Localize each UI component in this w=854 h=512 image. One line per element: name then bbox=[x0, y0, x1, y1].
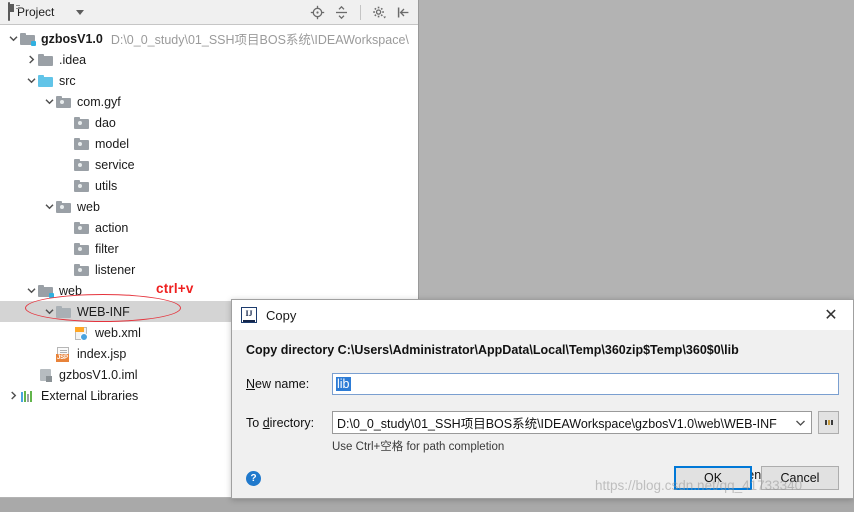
chevron-down-icon[interactable] bbox=[6, 34, 20, 43]
tree-node-dao[interactable]: dao bbox=[0, 112, 418, 133]
new-name-label: New name: bbox=[246, 377, 332, 391]
new-name-row: New name: lib bbox=[246, 373, 839, 395]
tree-node-label: model bbox=[95, 136, 130, 151]
package-icon bbox=[74, 136, 90, 152]
dialog-body: Copy directory C:\Users\Administrator\Ap… bbox=[232, 330, 853, 498]
tree-node-src[interactable]: src bbox=[0, 70, 418, 91]
package-icon bbox=[74, 115, 90, 131]
new-name-label-rest: ew name: bbox=[255, 377, 310, 391]
ok-button[interactable]: OK bbox=[674, 466, 752, 490]
tree-node-service[interactable]: service bbox=[0, 154, 418, 175]
tree-node-label: com.gyf bbox=[77, 94, 121, 109]
cancel-button[interactable]: Cancel bbox=[761, 466, 839, 490]
dialog-button-row: ? OK Cancel bbox=[246, 466, 839, 490]
folder-icon bbox=[38, 52, 54, 68]
package-icon bbox=[74, 241, 90, 257]
project-toolbar: Project bbox=[0, 0, 418, 25]
to-directory-row: To directory: D:\0_0_study\01_SSH项目BOS系统… bbox=[246, 411, 839, 434]
tree-node-label: filter bbox=[95, 241, 119, 256]
dialog-titlebar: IJ Copy ✕ bbox=[232, 300, 853, 330]
web-resource-folder-icon bbox=[38, 283, 54, 299]
chevron-down-icon[interactable] bbox=[42, 202, 56, 211]
package-icon bbox=[56, 94, 72, 110]
path-completion-hint: Use Ctrl+空格 for path completion bbox=[332, 441, 505, 453]
locate-icon[interactable] bbox=[310, 5, 325, 20]
project-view-selector[interactable]: Project bbox=[0, 2, 85, 21]
new-name-label-mnemonic: N bbox=[246, 377, 256, 391]
tree-node-label: listener bbox=[95, 262, 136, 277]
tree-node-filter[interactable]: filter bbox=[0, 238, 418, 259]
package-icon bbox=[74, 262, 90, 278]
tree-node-web[interactable]: web bbox=[0, 196, 418, 217]
tree-node-label: src bbox=[59, 73, 76, 88]
tree-node-idea[interactable]: .idea bbox=[0, 49, 418, 70]
tree-node-label: dao bbox=[95, 115, 116, 130]
tree-node-gzbosv1-0[interactable]: gzbosV1.0 D:\0_0_study\01_SSH项目BOS系统\IDEA… bbox=[0, 28, 418, 49]
to-directory-label-mnemonic: d bbox=[262, 415, 270, 430]
tree-node-path: D:\0_0_study\01_SSH项目BOS系统\IDEAWorkspace… bbox=[110, 33, 409, 47]
browse-directory-button[interactable] bbox=[818, 411, 839, 434]
chevron-down-icon[interactable] bbox=[24, 286, 38, 295]
annotation-red-ellipse bbox=[25, 294, 181, 322]
tree-node-label: action bbox=[95, 220, 129, 235]
help-icon[interactable]: ? bbox=[246, 470, 261, 486]
project-toolbar-title: Project bbox=[17, 5, 55, 19]
chevron-right-icon[interactable] bbox=[6, 391, 20, 400]
collapse-all-icon[interactable] bbox=[334, 5, 349, 20]
chevron-right-icon[interactable] bbox=[24, 55, 38, 64]
tree-node-label: External Libraries bbox=[41, 388, 139, 403]
tree-node-label: gzbosV1.0 bbox=[41, 31, 103, 46]
tree-node-label: .idea bbox=[59, 52, 87, 67]
annotation-ctrl-v-label: ctrl+v bbox=[156, 281, 194, 296]
to-directory-label: To directory: bbox=[246, 416, 332, 430]
dialog-headline: Copy directory C:\Users\Administrator\Ap… bbox=[246, 343, 739, 357]
source-root-folder-icon bbox=[38, 73, 54, 89]
hide-panel-icon[interactable] bbox=[396, 5, 411, 20]
new-name-input[interactable]: lib bbox=[332, 373, 839, 395]
package-icon bbox=[56, 199, 72, 215]
new-name-input-value: lib bbox=[336, 377, 351, 391]
package-icon bbox=[74, 220, 90, 236]
chevron-down-icon[interactable] bbox=[24, 76, 38, 85]
tree-node-label: web bbox=[77, 199, 100, 214]
xml-file-icon bbox=[74, 325, 90, 341]
close-icon[interactable]: ✕ bbox=[813, 302, 849, 328]
chevron-down-icon[interactable] bbox=[42, 97, 56, 106]
dialog-title: Copy bbox=[266, 307, 297, 323]
toolbar-divider bbox=[360, 4, 361, 20]
tree-node-action[interactable]: action bbox=[0, 217, 418, 238]
to-directory-value: D:\0_0_study\01_SSH项目BOS系统\IDEAWorkspace… bbox=[337, 417, 777, 431]
chevron-down-icon[interactable] bbox=[76, 9, 85, 15]
jsp-file-icon: JSP bbox=[56, 346, 72, 362]
tree-node-label: index.jsp bbox=[77, 346, 127, 361]
iml-file-icon bbox=[38, 367, 54, 383]
package-icon bbox=[74, 157, 90, 173]
to-directory-label-rest: irectory: bbox=[269, 415, 315, 430]
tree-node-label: web.xml bbox=[95, 325, 141, 340]
tree-node-model[interactable]: model bbox=[0, 133, 418, 154]
to-directory-combobox[interactable]: D:\0_0_study\01_SSH项目BOS系统\IDEAWorkspace… bbox=[332, 411, 812, 434]
tree-node-com-gyf[interactable]: com.gyf bbox=[0, 91, 418, 112]
settings-gear-icon[interactable] bbox=[372, 5, 387, 20]
copy-dialog: IJ Copy ✕ Copy directory C:\Users\Admini… bbox=[231, 299, 854, 499]
external-libraries-icon bbox=[20, 388, 36, 404]
tree-node-utils[interactable]: utils bbox=[0, 175, 418, 196]
package-icon bbox=[74, 178, 90, 194]
module-folder-icon bbox=[20, 31, 36, 47]
tree-node-label: gzbosV1.0.iml bbox=[59, 367, 138, 382]
tree-node-label: utils bbox=[95, 178, 118, 193]
ide-status-bar bbox=[0, 498, 854, 512]
tree-node-listener[interactable]: listener bbox=[0, 259, 418, 280]
intellij-idea-icon: IJ bbox=[241, 307, 257, 323]
tree-node-label: service bbox=[95, 157, 135, 172]
to-directory-label-prefix: To bbox=[246, 415, 263, 430]
chevron-down-icon[interactable] bbox=[789, 419, 811, 427]
